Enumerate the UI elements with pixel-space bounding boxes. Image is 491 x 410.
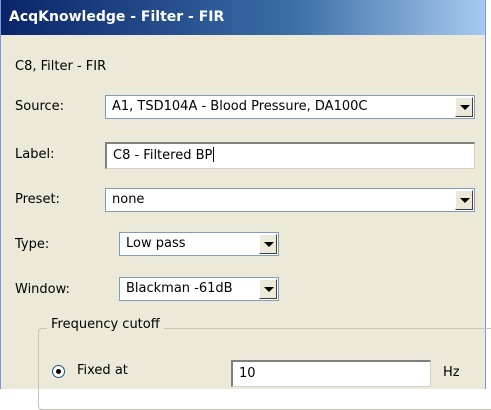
chevron-down-icon (460, 105, 470, 110)
radio-selected-icon (56, 369, 61, 374)
source-dropdown-button[interactable] (455, 97, 473, 117)
dialog-subtitle: C8, Filter - FIR (15, 59, 107, 74)
window-title: AcqKnowledge - Filter - FIR (9, 9, 225, 25)
window-title-bar[interactable]: AcqKnowledge - Filter - FIR (1, 0, 485, 35)
window-dropdown-button[interactable] (259, 279, 277, 299)
window-value: Blackman -61dB (126, 281, 233, 296)
chevron-down-icon (264, 242, 274, 247)
window-dropdown[interactable]: Blackman -61dB (119, 277, 279, 301)
fixed-at-radio[interactable] (52, 365, 65, 378)
chevron-down-icon (264, 287, 274, 292)
preset-dropdown[interactable]: none (105, 188, 475, 212)
source-dropdown[interactable]: A1, TSD104A - Blood Pressure, DA100C (105, 95, 475, 119)
fixed-at-input[interactable]: 10 (231, 360, 431, 387)
fixed-at-label[interactable]: Fixed at (77, 363, 128, 378)
fixed-at-value: 10 (239, 366, 256, 381)
chevron-down-icon (460, 198, 470, 203)
window-label: Window: (15, 282, 70, 297)
hz-unit-label: Hz (443, 365, 460, 380)
type-label: Type: (15, 237, 50, 252)
preset-label: Preset: (15, 192, 60, 207)
type-dropdown[interactable]: Low pass (119, 232, 279, 256)
text-cursor (213, 147, 215, 162)
label-field-label: Label: (15, 147, 55, 162)
preset-value: none (112, 192, 145, 207)
preset-dropdown-button[interactable] (455, 190, 473, 210)
source-value: A1, TSD104A - Blood Pressure, DA100C (112, 99, 368, 114)
label-input-value: C8 - Filtered BP (113, 148, 213, 163)
type-value: Low pass (126, 236, 186, 251)
filter-dialog-window: AcqKnowledge - Filter - FIR C8, Filter -… (0, 0, 491, 410)
frequency-cutoff-title: Frequency cutoff (47, 317, 164, 332)
source-label: Source: (15, 99, 65, 114)
type-dropdown-button[interactable] (259, 234, 277, 254)
label-input[interactable]: C8 - Filtered BP (105, 142, 475, 169)
